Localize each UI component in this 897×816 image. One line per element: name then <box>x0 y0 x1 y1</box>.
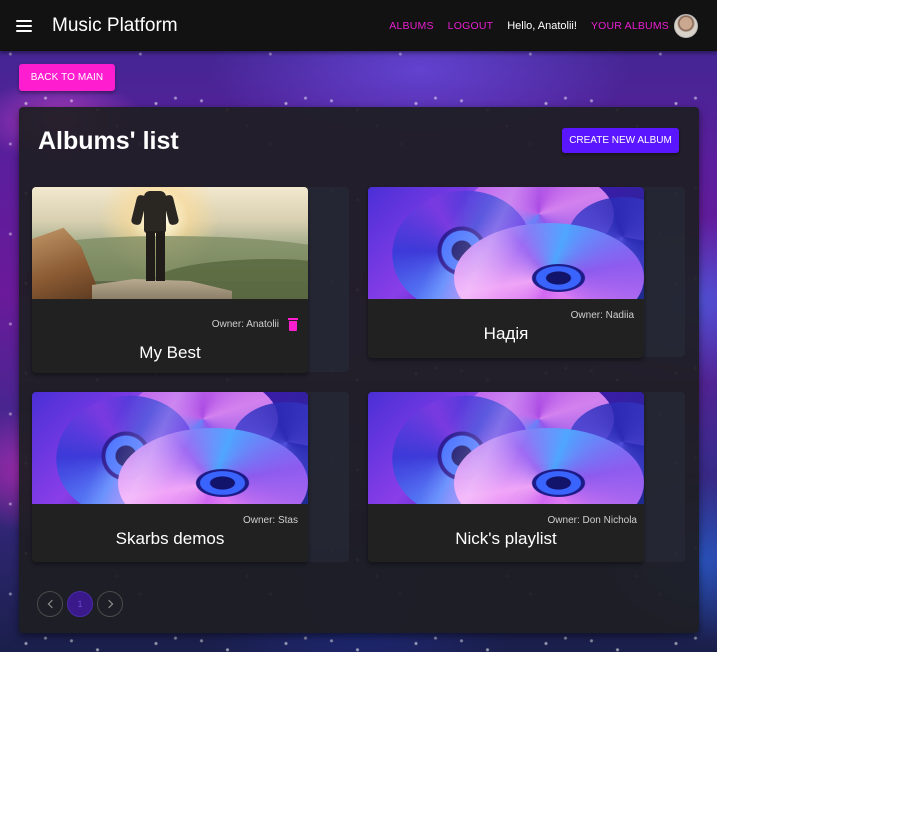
avatar[interactable] <box>674 13 698 38</box>
page-background: Music Platform ALBUMS LOGOUT Hello, Anat… <box>0 0 717 652</box>
chevron-right-icon <box>104 599 113 609</box>
nav-logout-link[interactable]: LOGOUT <box>448 20 494 32</box>
album-cell: Owner: Don Nichola Nick's playlist <box>368 392 685 562</box>
app-bar: Music Platform ALBUMS LOGOUT Hello, Anat… <box>0 0 717 51</box>
album-name: My Best <box>139 343 201 362</box>
page-button[interactable]: 1 <box>67 591 93 617</box>
album-owner: Owner: Nadiia <box>570 309 634 321</box>
back-to-main-button[interactable]: BACK TO MAIN <box>19 64 115 91</box>
chevron-left-icon <box>47 599 56 609</box>
album-card[interactable]: Owner: Anatolii My Best <box>32 187 308 373</box>
album-cover-image <box>32 392 308 504</box>
album-cover-image <box>32 187 308 299</box>
trash-icon[interactable] <box>288 317 298 331</box>
create-album-button[interactable]: CREATE NEW ALBUM <box>562 128 679 153</box>
album-cover-image <box>368 187 644 299</box>
album-name: Надія <box>483 324 529 343</box>
album-owner: Owner: Don Nichola <box>547 514 637 526</box>
album-owner: Owner: Anatolii <box>211 318 279 330</box>
album-owner-row: Owner: Nadiia <box>368 308 644 322</box>
next-page-button[interactable] <box>97 591 123 617</box>
album-owner-row: Owner: Don Nichola <box>368 513 644 527</box>
albums-panel: Albums' list CREATE NEW ALBUM Owner: Ana… <box>19 107 699 633</box>
album-cover-image <box>368 392 644 504</box>
top-nav: ALBUMS LOGOUT Hello, Anatolii! YOUR ALBU… <box>375 0 717 51</box>
album-card[interactable]: Owner: Don Nichola Nick's playlist <box>368 392 644 562</box>
nav-your-albums-link[interactable]: YOUR ALBUMS <box>591 20 669 32</box>
album-owner-row: Owner: Stas <box>32 513 308 527</box>
album-cell: Owner: Anatolii My Best <box>32 187 349 373</box>
album-owner: Owner: Stas <box>242 514 298 526</box>
album-card[interactable]: Owner: Nadiia Надія <box>368 187 644 358</box>
page-title: Albums' list <box>38 127 179 155</box>
user-greeting: Hello, Anatolii! <box>507 19 577 32</box>
album-name: Skarbs demos <box>115 529 225 548</box>
menu-icon[interactable] <box>16 19 32 32</box>
album-cell: Owner: Nadiia Надія <box>368 187 685 358</box>
nav-albums-link[interactable]: ALBUMS <box>389 20 433 32</box>
album-owner-row: Owner: Anatolii <box>32 316 308 332</box>
prev-page-button[interactable] <box>37 591 63 617</box>
album-card[interactable]: Owner: Stas Skarbs demos <box>32 392 308 562</box>
app-title: Music Platform <box>52 14 178 36</box>
album-cell: Owner: Stas Skarbs demos <box>32 392 349 562</box>
pagination: 1 <box>37 591 127 617</box>
album-name: Nick's playlist <box>455 529 557 548</box>
